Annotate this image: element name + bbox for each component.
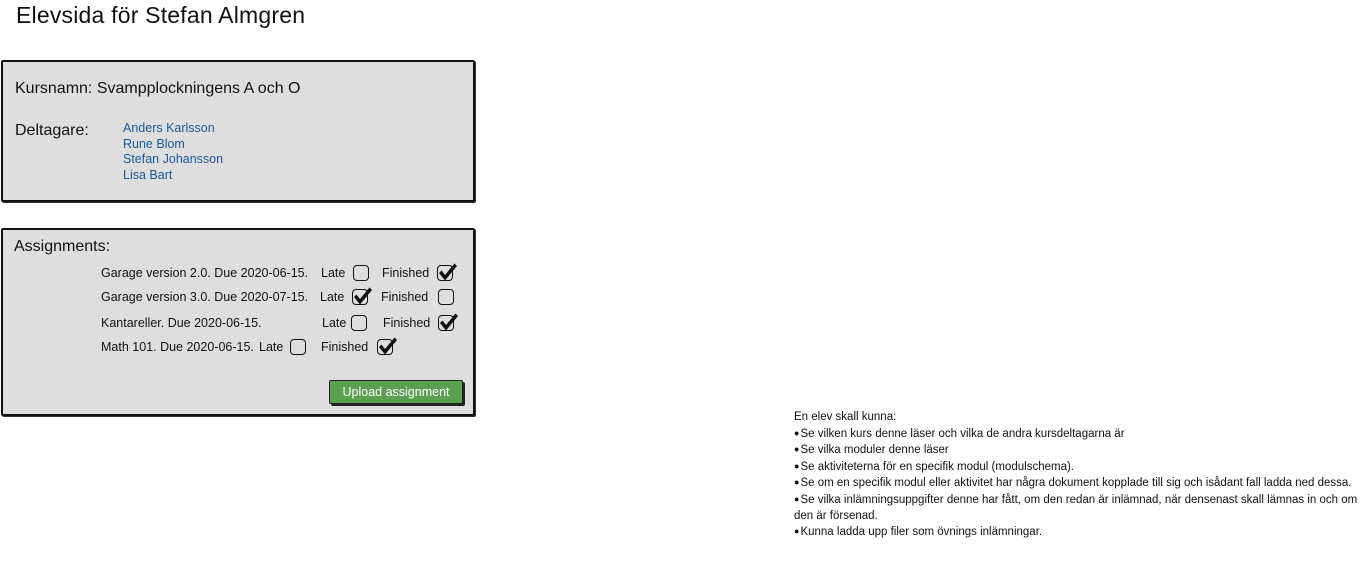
checkmark-icon xyxy=(440,313,458,331)
notes-list: Se vilken kurs denne läser och vilka de … xyxy=(794,426,1368,541)
finished-checkbox[interactable] xyxy=(438,289,454,305)
participant-link[interactable]: Stefan Johansson xyxy=(123,152,223,168)
assignment-row: Garage version 2.0. Due 2020-06-15. Late… xyxy=(3,262,473,284)
participant-link[interactable]: Lisa Bart xyxy=(123,168,223,184)
late-label: Late xyxy=(320,290,345,304)
notes-intro: En elev skall kunna: xyxy=(794,411,897,423)
assignments-title: Assignments: xyxy=(14,238,111,255)
assignment-row: Math 101. Due 2020-06-15. Late Finished xyxy=(3,336,473,358)
finished-label: Finished xyxy=(383,316,431,330)
assignment-name: Math 101. Due 2020-06-15. xyxy=(101,340,254,354)
assignments-panel: Assignments: Garage version 2.0. Due 202… xyxy=(1,228,475,416)
finished-checkbox[interactable] xyxy=(437,263,457,281)
requirements-notes: En elev skall kunna: Se vilken kurs denn… xyxy=(794,410,1368,541)
page: Elevsida för Stefan Almgren Kursnamn: Sv… xyxy=(0,0,1368,565)
assignment-name: Garage version 3.0. Due 2020-07-15. xyxy=(101,290,309,304)
notes-item: Kunna ladda upp filer som övnings inlämn… xyxy=(794,524,1368,541)
assignment-name: Garage version 2.0. Due 2020-06-15. xyxy=(101,266,309,280)
finished-checkbox[interactable] xyxy=(377,337,397,355)
finished-label: Finished xyxy=(321,340,369,354)
checkmark-icon xyxy=(354,287,372,305)
late-checkbox[interactable] xyxy=(352,287,372,305)
participant-link[interactable]: Rune Blom xyxy=(123,137,223,153)
notes-item: Se vilka moduler denne läser xyxy=(794,442,1368,459)
notes-item: Se aktiviteterna för en specifik modul (… xyxy=(794,459,1368,476)
checkmark-icon xyxy=(379,337,397,355)
course-name: Kursnamn: Svampplockningens A och O xyxy=(15,80,301,97)
participants-list: Anders Karlsson Rune Blom Stefan Johanss… xyxy=(123,121,223,183)
late-label: Late xyxy=(259,340,284,354)
notes-item: Se vilka inlämningsuppgifter denne har f… xyxy=(794,492,1368,524)
participants-label: Deltagare: xyxy=(15,122,89,139)
notes-item: Se om en specifik modul eller aktivitet … xyxy=(794,475,1368,492)
participant-link[interactable]: Anders Karlsson xyxy=(123,121,223,137)
assignment-row: Kantareller. Due 2020-06-15. Late Finish… xyxy=(3,312,473,334)
upload-assignment-button[interactable]: Upload assignment xyxy=(329,380,463,404)
late-checkbox[interactable] xyxy=(290,339,306,355)
assignment-name: Kantareller. Due 2020-06-15. xyxy=(101,316,262,330)
late-checkbox[interactable] xyxy=(351,315,367,331)
notes-item: Se vilken kurs denne läser och vilka de … xyxy=(794,426,1368,443)
course-panel: Kursnamn: Svampplockningens A och O Delt… xyxy=(1,60,475,202)
finished-checkbox[interactable] xyxy=(438,313,458,331)
finished-label: Finished xyxy=(381,290,429,304)
late-label: Late xyxy=(321,266,346,280)
checkmark-icon xyxy=(439,263,457,281)
late-checkbox[interactable] xyxy=(353,265,369,281)
late-label: Late xyxy=(322,316,347,330)
assignment-row: Garage version 3.0. Due 2020-07-15. Late… xyxy=(3,286,473,308)
finished-label: Finished xyxy=(382,266,430,280)
page-title: Elevsida för Stefan Almgren xyxy=(16,2,306,28)
